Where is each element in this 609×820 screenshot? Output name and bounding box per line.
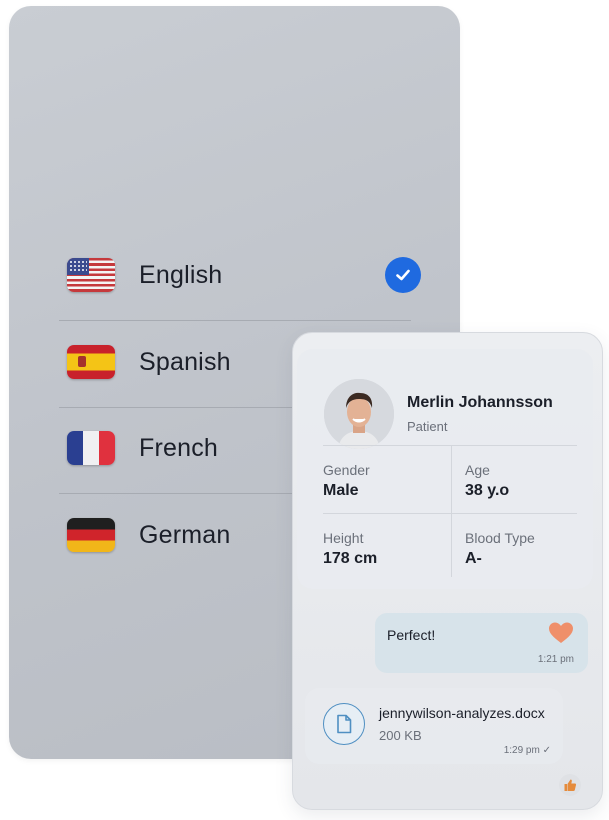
heart-icon[interactable]: [548, 621, 574, 645]
patient-name: Merlin Johannsson: [407, 394, 553, 411]
divider: [323, 445, 577, 446]
us-flag-icon: [67, 258, 115, 292]
avatar: [324, 379, 394, 449]
file-attachment[interactable]: jennywilson-analyzes.docx 200 KB 1:29 pm…: [305, 688, 563, 764]
age-label: Age: [465, 462, 490, 478]
divider: [451, 445, 452, 577]
patient-chat-card: Merlin Johannsson Patient Gender Male Ag…: [292, 332, 603, 810]
read-check-icon: ✓: [542, 745, 551, 756]
patient-role: Patient: [407, 419, 448, 434]
file-size: 200 KB: [379, 728, 422, 743]
france-flag-icon: [67, 431, 115, 465]
language-label: English: [139, 260, 223, 289]
language-option-english[interactable]: English: [59, 232, 421, 318]
message-time: 1:21 pm: [537, 654, 574, 665]
height-value: 178 cm: [323, 550, 378, 567]
file-name: jennywilson-analyzes.docx: [379, 705, 545, 721]
patient-profile: Merlin Johannsson Patient Gender Male Ag…: [297, 349, 593, 589]
thumbs-up-icon[interactable]: [559, 774, 581, 796]
file-time: 1:29 pm ✓: [503, 745, 551, 756]
check-circle-icon: [385, 257, 421, 293]
language-label: French: [139, 433, 219, 462]
language-label: Spanish: [139, 347, 231, 376]
gender-value: Male: [323, 482, 359, 499]
language-label: German: [139, 520, 231, 549]
chat-message[interactable]: Perfect! 1:21 pm: [375, 613, 588, 673]
message-text: Perfect!: [387, 627, 436, 643]
height-label: Height: [323, 530, 364, 546]
blood-type-value: A-: [465, 550, 482, 567]
age-value: 38 y.o: [465, 482, 510, 499]
spain-flag-icon: [67, 345, 115, 379]
gender-label: Gender: [323, 462, 370, 478]
divider: [323, 513, 577, 514]
blood-type-label: Blood Type: [465, 530, 535, 546]
document-icon: [323, 703, 365, 745]
germany-flag-icon: [67, 518, 115, 552]
